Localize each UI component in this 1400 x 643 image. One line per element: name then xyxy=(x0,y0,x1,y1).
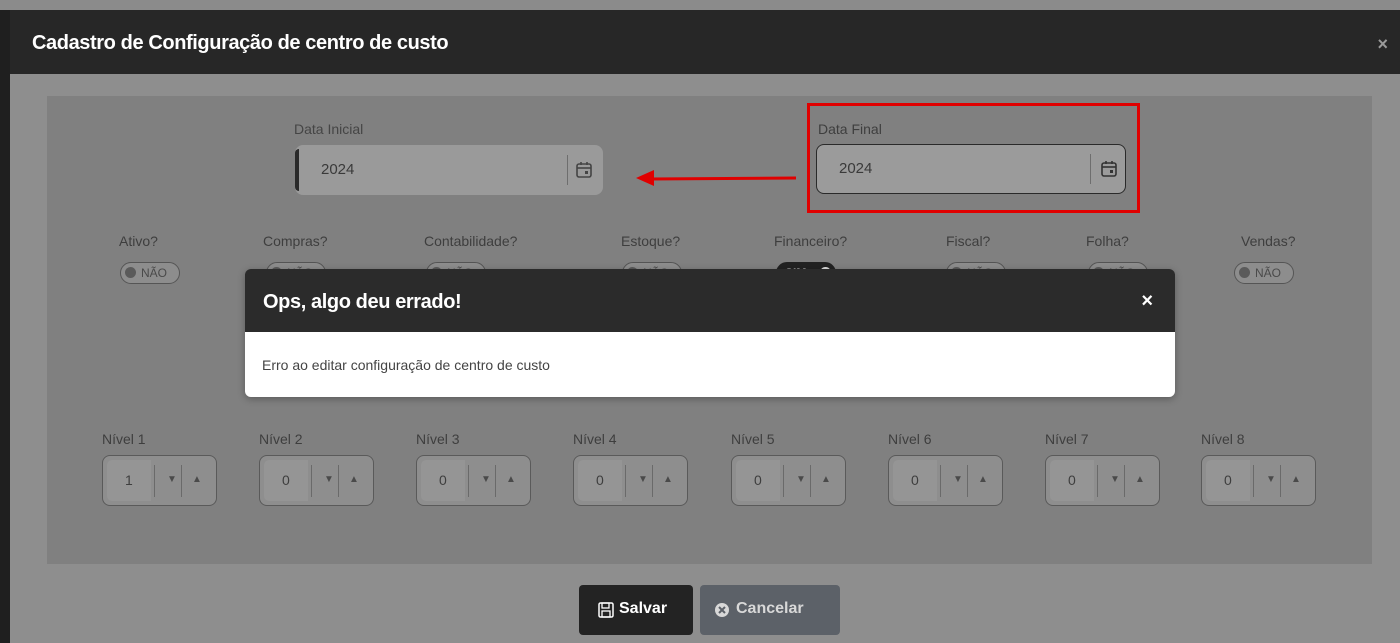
alert-close-button[interactable]: × xyxy=(1141,290,1153,313)
nivel-label-1: Nível 1 xyxy=(102,431,146,447)
chevron-up-icon[interactable]: ▲ xyxy=(663,474,673,485)
toggle-state: NÃO xyxy=(141,266,168,280)
stepper-separator xyxy=(625,465,626,497)
chevron-up-icon[interactable]: ▲ xyxy=(1135,474,1145,485)
toggle-label-fiscal: Fiscal? xyxy=(946,233,991,249)
nivel-label-3: Nível 3 xyxy=(416,431,460,447)
stepper-separator xyxy=(1253,465,1254,497)
nivel-2-stepper[interactable]: 0 ▼ ▲ xyxy=(259,455,374,506)
toggle-label-financeiro: Financeiro? xyxy=(774,233,848,249)
stepper-separator xyxy=(810,465,811,497)
date-initial-value: 2024 xyxy=(321,161,355,178)
nivel-7-stepper[interactable]: 0 ▼ ▲ xyxy=(1045,455,1160,506)
toggle-label-vendas: Vendas? xyxy=(1241,233,1296,249)
stepper-separator xyxy=(311,465,312,497)
nivel-label-4: Nível 4 xyxy=(573,431,617,447)
chevron-down-icon[interactable]: ▼ xyxy=(1110,474,1120,485)
floppy-disk-icon xyxy=(598,602,614,618)
chevron-down-icon[interactable]: ▼ xyxy=(796,474,806,485)
toggle-vendas[interactable]: NÃO xyxy=(1234,262,1294,284)
annotation-arrow-head xyxy=(636,170,654,186)
date-initial-separator xyxy=(567,155,568,185)
nivel-1-stepper[interactable]: 1 ▼ ▲ xyxy=(102,455,217,506)
annotation-highlight-box xyxy=(807,103,1140,213)
alert-body: Erro ao editar configuração de centro de… xyxy=(245,332,1175,397)
nivel-label-6: Nível 6 xyxy=(888,431,932,447)
stepper-value[interactable]: 0 xyxy=(1224,472,1232,488)
toggle-label-estoque: Estoque? xyxy=(621,233,681,249)
calendar-icon[interactable] xyxy=(573,159,595,181)
cancel-circle-icon xyxy=(715,603,729,617)
chevron-down-icon[interactable]: ▼ xyxy=(481,474,491,485)
chevron-down-icon[interactable]: ▼ xyxy=(638,474,648,485)
chevron-up-icon[interactable]: ▲ xyxy=(506,474,516,485)
nivel-label-5: Nível 5 xyxy=(731,431,775,447)
stepper-value[interactable]: 0 xyxy=(754,472,762,488)
modal-header: Cadastro de Configuração de centro de cu… xyxy=(10,10,1400,74)
toggle-label-compras: Compras? xyxy=(263,233,328,249)
nivel-3-stepper[interactable]: 0 ▼ ▲ xyxy=(416,455,531,506)
stepper-separator xyxy=(1097,465,1098,497)
nivel-5-stepper[interactable]: 0 ▼ ▲ xyxy=(731,455,846,506)
chevron-down-icon[interactable]: ▼ xyxy=(324,474,334,485)
alert-message: Erro ao editar configuração de centro de… xyxy=(262,357,550,373)
page-left-strip xyxy=(0,10,10,643)
chevron-down-icon[interactable]: ▼ xyxy=(1266,474,1276,485)
save-button-label: Salvar xyxy=(619,600,668,617)
stepper-value[interactable]: 0 xyxy=(596,472,604,488)
stepper-separator xyxy=(181,465,182,497)
alert-header: Ops, algo deu errado! × xyxy=(245,269,1175,332)
nivel-8-stepper[interactable]: 0 ▼ ▲ xyxy=(1201,455,1316,506)
nivel-6-stepper[interactable]: 0 ▼ ▲ xyxy=(888,455,1003,506)
chevron-down-icon[interactable]: ▼ xyxy=(953,474,963,485)
stepper-separator xyxy=(154,465,155,497)
toggle-label-folha: Folha? xyxy=(1086,233,1129,249)
chevron-up-icon[interactable]: ▲ xyxy=(349,474,359,485)
modal-close-button[interactable]: × xyxy=(1377,34,1388,55)
stepper-value[interactable]: 0 xyxy=(439,472,447,488)
stepper-value[interactable]: 1 xyxy=(125,472,133,488)
stepper-value[interactable]: 0 xyxy=(282,472,290,488)
toggle-label-ativo: Ativo? xyxy=(119,233,158,249)
cancel-button[interactable]: Cancelar xyxy=(700,585,840,635)
toggle-ativo[interactable]: NÃO xyxy=(120,262,180,284)
stepper-separator xyxy=(783,465,784,497)
chevron-up-icon[interactable]: ▲ xyxy=(821,474,831,485)
chevron-up-icon[interactable]: ▲ xyxy=(1291,474,1301,485)
save-button[interactable]: Salvar xyxy=(579,585,693,635)
date-initial-field[interactable]: 2024 xyxy=(295,145,603,195)
date-initial-label: Data Inicial xyxy=(294,121,364,137)
stepper-separator xyxy=(940,465,941,497)
date-initial-focus-bar xyxy=(295,149,299,191)
stepper-separator xyxy=(338,465,339,497)
toggle-state: NÃO xyxy=(1255,266,1282,280)
stepper-separator xyxy=(652,465,653,497)
nivel-label-2: Nível 2 xyxy=(259,431,303,447)
modal-title: Cadastro de Configuração de centro de cu… xyxy=(32,32,449,54)
toggle-label-contabilidade: Contabilidade? xyxy=(424,233,518,249)
error-alert-dialog: Ops, algo deu errado! × Erro ao editar c… xyxy=(245,269,1175,397)
chevron-down-icon[interactable]: ▼ xyxy=(167,474,177,485)
stepper-separator xyxy=(1124,465,1125,497)
chevron-up-icon[interactable]: ▲ xyxy=(978,474,988,485)
nivel-label-7: Nível 7 xyxy=(1045,431,1089,447)
toggle-knob xyxy=(1239,267,1250,278)
stepper-separator xyxy=(495,465,496,497)
page-top-strip xyxy=(0,0,1400,10)
alert-title: Ops, algo deu errado! xyxy=(263,291,462,313)
cancel-button-label: Cancelar xyxy=(736,600,804,617)
stepper-separator xyxy=(1280,465,1281,497)
nivel-label-8: Nível 8 xyxy=(1201,431,1245,447)
toggle-knob xyxy=(125,267,136,278)
stepper-value[interactable]: 0 xyxy=(1068,472,1076,488)
chevron-up-icon[interactable]: ▲ xyxy=(192,474,202,485)
nivel-4-stepper[interactable]: 0 ▼ ▲ xyxy=(573,455,688,506)
stepper-value[interactable]: 0 xyxy=(911,472,919,488)
stepper-separator xyxy=(468,465,469,497)
stepper-separator xyxy=(967,465,968,497)
